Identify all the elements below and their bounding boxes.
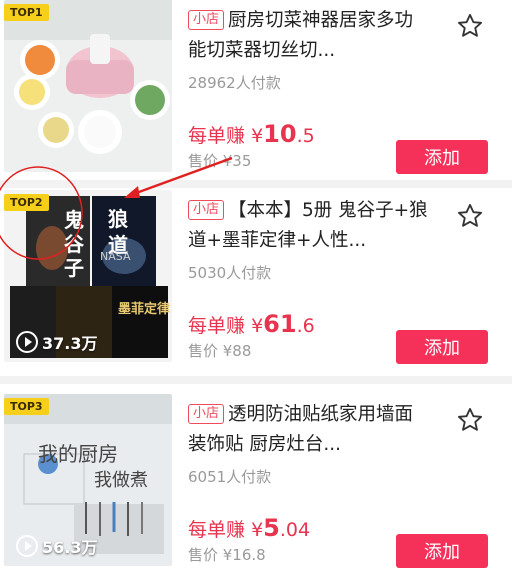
product-card-1[interactable]: TOP1 小店 厨房切菜神器居家多功能切菜器切丝切... 28962人付款 每单赚… — [0, 0, 512, 186]
earn-per-order: 每单赚 ¥10.5 — [188, 120, 315, 148]
earn-label: 每单赚 — [188, 315, 246, 337]
divider — [0, 376, 512, 384]
book-title-langdao: 狼道 — [108, 207, 128, 257]
earn-dec: .6 — [296, 315, 315, 337]
product-image-veg-cutter[interactable] — [4, 0, 172, 172]
wall-text-1: 我的厨房 — [38, 442, 118, 466]
star-favorite-icon[interactable] — [456, 12, 484, 40]
view-count: 37.3万 — [42, 334, 98, 353]
rank-badge: TOP2 — [4, 194, 49, 211]
product-card-3[interactable]: 我的厨房 我做煮 56.3万 TOP3 小店 透明防油贴纸家用墙面装饰贴 厨房灶台… — [0, 394, 512, 580]
earn-currency: ¥ — [251, 125, 264, 147]
sale-price: 售价 ¥88 — [188, 342, 252, 360]
rank-badge: TOP3 — [4, 398, 49, 415]
add-button[interactable]: 添加 — [396, 330, 488, 364]
add-button[interactable]: 添加 — [396, 140, 488, 174]
product-title[interactable]: 小店 【本本】5册 鬼谷子+狼道+墨菲定律+人性... — [188, 196, 428, 256]
rank-badge: TOP1 — [4, 4, 49, 21]
earn-currency: ¥ — [251, 519, 264, 541]
shop-badge: 小店 — [188, 200, 225, 220]
earn-int: 5 — [263, 514, 280, 542]
product-title[interactable]: 小店 厨房切菜神器居家多功能切菜器切丝切... — [188, 6, 428, 66]
star-favorite-icon[interactable] — [456, 406, 484, 434]
sales-count: 28962人付款 — [188, 74, 281, 92]
sale-price: 售价 ¥16.8 — [188, 546, 266, 564]
earn-dec: .04 — [279, 519, 311, 541]
earn-label: 每单赚 — [188, 125, 246, 147]
wall-text-2: 我做煮 — [94, 470, 148, 491]
earn-dec: .5 — [296, 125, 315, 147]
book-title-mofei: 墨菲定律 — [118, 302, 171, 317]
product-card-2[interactable]: NASA 鬼谷子 狼道 墨菲定律 37.3万 TOP2 小店 【本本】5册 鬼谷子… — [0, 190, 512, 376]
sale-price: 售价 ¥35 — [188, 152, 252, 170]
earn-label: 每单赚 — [188, 519, 246, 541]
play-views[interactable]: 56.3万 — [16, 534, 97, 558]
product-title[interactable]: 小店 透明防油贴纸家用墙面装饰贴 厨房灶台... — [188, 400, 428, 460]
shop-badge: 小店 — [188, 404, 225, 424]
earn-per-order: 每单赚 ¥61.6 — [188, 310, 315, 338]
shop-badge: 小店 — [188, 10, 225, 30]
earn-int: 61 — [263, 310, 297, 338]
product-image-wall-sticker[interactable]: 我的厨房 我做煮 56.3万 — [4, 394, 172, 566]
divider — [0, 180, 512, 188]
star-favorite-icon[interactable] — [456, 202, 484, 230]
play-icon — [16, 331, 38, 353]
play-views[interactable]: 37.3万 — [16, 330, 97, 354]
sales-count: 6051人付款 — [188, 468, 272, 486]
earn-per-order: 每单赚 ¥5.04 — [188, 514, 310, 542]
product-image-books[interactable]: NASA 鬼谷子 狼道 墨菲定律 37.3万 — [4, 190, 172, 362]
earn-currency: ¥ — [251, 315, 264, 337]
sales-count: 5030人付款 — [188, 264, 272, 282]
view-count: 56.3万 — [42, 538, 98, 557]
earn-int: 10 — [263, 120, 297, 148]
add-button[interactable]: 添加 — [396, 534, 488, 568]
book-title-guiguzi: 鬼谷子 — [64, 208, 84, 280]
play-icon — [16, 535, 38, 557]
